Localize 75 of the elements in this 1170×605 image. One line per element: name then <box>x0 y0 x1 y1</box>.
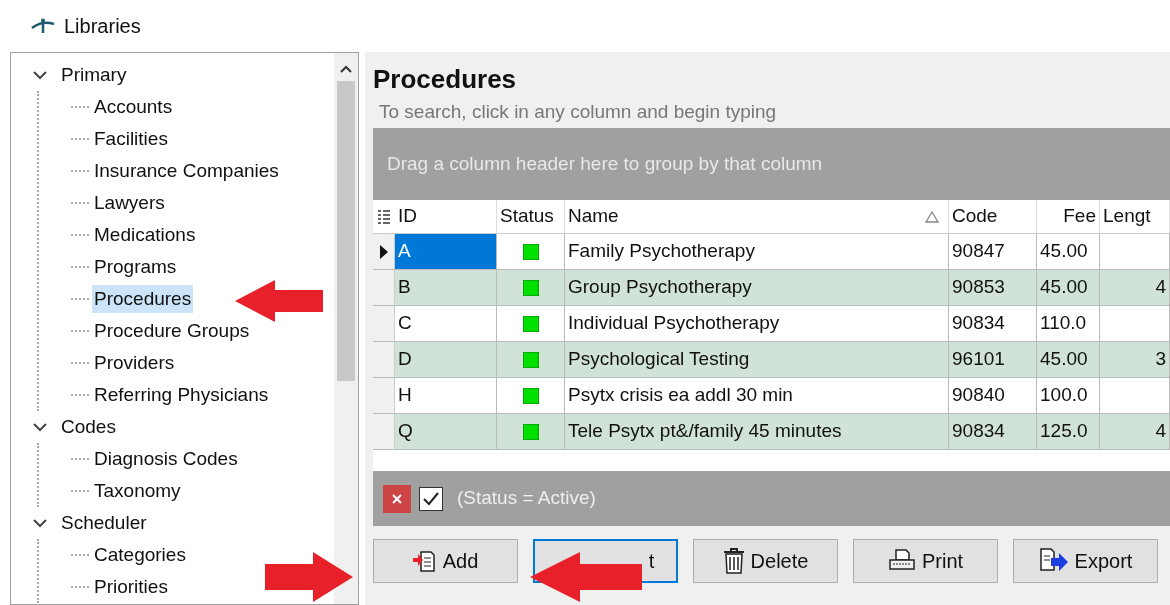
table-cell: 4 <box>1100 270 1170 305</box>
table-cell: H <box>395 378 497 413</box>
row-indicator[interactable] <box>373 234 395 269</box>
collapse-chevron-icon[interactable] <box>33 422 47 432</box>
table-cell: 90840 <box>949 378 1037 413</box>
table-cell: C <box>395 306 497 341</box>
column-header[interactable]: Status <box>497 200 565 233</box>
collapse-chevron-icon[interactable] <box>33 518 47 528</box>
tree-item[interactable]: Accounts <box>92 92 175 122</box>
clear-filter-button[interactable] <box>383 484 411 513</box>
column-header[interactable]: Name <box>565 200 949 233</box>
tree-item[interactable]: Taxonomy <box>92 476 183 506</box>
table-cell: 90834 <box>949 306 1037 341</box>
table-cell: 45.00 <box>1037 342 1100 377</box>
table-cell: 45.00 <box>1037 234 1100 269</box>
table-cell: Group Psychotherapy <box>565 270 949 305</box>
tree-group-label[interactable]: Primary <box>59 60 129 90</box>
delete-button[interactable]: Delete <box>693 539 838 583</box>
tree-item[interactable]: Medications <box>92 220 198 250</box>
tree-item[interactable]: Priorities <box>92 572 170 602</box>
collapse-chevron-icon[interactable] <box>33 70 47 80</box>
table-cell: Psytx crisis ea addl 30 min <box>565 378 949 413</box>
table-cell: 96101 <box>949 342 1037 377</box>
table-cell: Family Psychotherapy <box>565 234 949 269</box>
scroll-up-icon[interactable] <box>340 65 352 73</box>
tree-item[interactable]: Lawyers <box>92 188 167 218</box>
sort-ascending-icon <box>925 210 939 223</box>
tree-group-label[interactable]: Codes <box>59 412 118 442</box>
table-cell: 125.0 <box>1037 414 1100 449</box>
filter-checkbox[interactable] <box>419 486 443 511</box>
tree-item[interactable]: Facilities <box>92 124 170 154</box>
page-title: Libraries <box>64 14 141 39</box>
panel-title: Procedures <box>373 63 518 96</box>
tree-group-label[interactable]: Scheduler <box>59 508 149 538</box>
table-cell: Psychological Testing <box>565 342 949 377</box>
tree-item[interactable]: Procedure Groups <box>92 316 252 346</box>
tree-item[interactable]: Referring Physicians <box>92 380 271 410</box>
table-cell: 110.0 <box>1037 306 1100 341</box>
export-document-icon <box>1038 548 1069 574</box>
tree-item[interactable]: Providers <box>92 348 177 378</box>
app-logo-icon <box>30 18 56 34</box>
table-cell: 45.00 <box>1037 270 1100 305</box>
table-cell: 100.0 <box>1037 378 1100 413</box>
tree-item[interactable]: Programs <box>92 252 179 282</box>
table-cell: Q <box>395 414 497 449</box>
add-document-icon <box>412 549 437 573</box>
trash-icon <box>722 548 745 574</box>
filter-text: (Status = Active) <box>457 486 596 511</box>
column-header[interactable]: Lengt <box>1100 200 1170 233</box>
printer-icon <box>887 549 916 573</box>
table-cell: 3 <box>1100 342 1170 377</box>
column-chooser-icon[interactable] <box>378 209 390 224</box>
column-header[interactable]: Code <box>949 200 1037 233</box>
tree-item[interactable]: Diagnosis Codes <box>92 444 240 474</box>
tree-item[interactable]: Insurance Companies <box>92 156 281 186</box>
table-cell: 90847 <box>949 234 1037 269</box>
table-cell: Tele Psytx pt&/family 45 minutes <box>565 414 949 449</box>
table-cell: 90834 <box>949 414 1037 449</box>
column-header[interactable]: ID <box>395 200 497 233</box>
table-cell: B <box>395 270 497 305</box>
group-by-hint: Drag a column header here to group by that column <box>387 151 823 176</box>
export-button[interactable]: Export <box>1013 539 1158 583</box>
tree-item[interactable]: Categories <box>92 540 188 570</box>
close-icon <box>392 493 402 504</box>
column-header[interactable]: Fee <box>1037 200 1100 233</box>
print-button[interactable]: Print <box>853 539 998 583</box>
table-cell: D <box>395 342 497 377</box>
table-cell: 90853 <box>949 270 1037 305</box>
table-cell: Individual Psychotherapy <box>565 306 949 341</box>
search-hint: To search, click in any column and begin typing <box>379 100 778 124</box>
table-cell: A <box>395 234 497 269</box>
scroll-thumb[interactable] <box>337 81 355 381</box>
table-cell: 4 <box>1100 414 1170 449</box>
add-button[interactable]: Add <box>373 539 518 583</box>
tree-item[interactable]: Procedures <box>92 284 194 314</box>
